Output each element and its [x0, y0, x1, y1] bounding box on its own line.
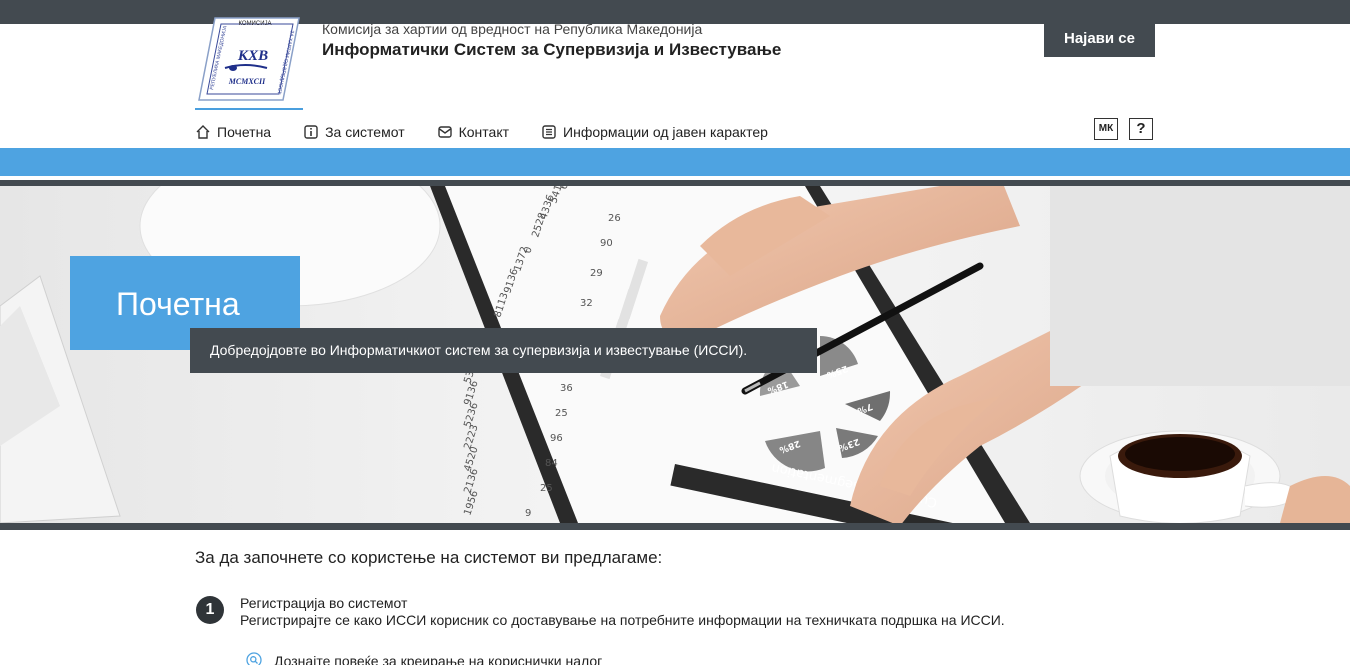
nav-item-contact[interactable]: Контакт [437, 124, 509, 140]
nav-item-home[interactable]: Почетна [195, 124, 271, 140]
main-nav: Почетна За системот Контакт Информации о… [195, 120, 800, 144]
kxv-logo[interactable]: КОМИСИЈА КХВ MCMXCII РЕПУБЛИКА МАКЕДОНИЈ… [195, 16, 303, 102]
nav-item-label: Информации од јавен карактер [563, 124, 768, 140]
svg-text:25: 25 [540, 483, 553, 494]
svg-text:36: 36 [560, 383, 573, 394]
step-title: Регистрација во системот [240, 595, 408, 611]
step-number: 1 [196, 596, 224, 624]
svg-text:MCMXCII: MCMXCII [228, 77, 266, 86]
learn-more-link[interactable]: Дознајте повеќе за креирање на корисничк… [274, 653, 602, 665]
nav-item-label: Контакт [458, 124, 510, 140]
login-button[interactable]: Најави се [1044, 21, 1155, 57]
svg-text:32: 32 [580, 298, 593, 309]
page-title: Почетна [116, 286, 240, 322]
system-name: Информатички Систем за Супервизија и Изв… [322, 40, 782, 59]
nav-item-label: За системот [325, 124, 405, 140]
welcome-message: Добредојдовте во Информатичкиот систем з… [190, 328, 817, 373]
home-icon [195, 124, 211, 140]
svg-text:84: 84 [545, 458, 558, 469]
nav-item-about[interactable]: За системот [303, 124, 405, 140]
language-button[interactable]: МК [1094, 118, 1118, 140]
nav-item-label: Почетна [217, 124, 272, 140]
nav-item-public-info[interactable]: Информации од јавен карактер [541, 124, 768, 140]
document-icon [541, 124, 557, 140]
intro-text: За да започнете со користење на системот… [195, 548, 663, 567]
mail-icon [437, 124, 453, 140]
svg-text:26: 26 [608, 213, 621, 224]
svg-text:29: 29 [590, 268, 603, 279]
search-icon [246, 652, 262, 665]
org-name: Комисија за хартии од вредност на Републ… [322, 21, 703, 37]
accent-bar [0, 148, 1350, 176]
hero-bottom-border [0, 523, 1350, 530]
svg-text:КХВ: КХВ [237, 48, 268, 64]
svg-text:КОМИСИЈА: КОМИСИЈА [238, 21, 271, 27]
step-description: Регистрирајте се како ИССИ корисник со д… [240, 612, 1005, 628]
logo-underline [195, 108, 303, 110]
help-button[interactable]: ? [1129, 118, 1153, 140]
svg-text:9: 9 [525, 508, 531, 519]
info-icon [303, 124, 319, 140]
svg-text:25: 25 [555, 408, 568, 419]
svg-text:96: 96 [550, 433, 563, 444]
svg-text:90: 90 [600, 238, 613, 249]
